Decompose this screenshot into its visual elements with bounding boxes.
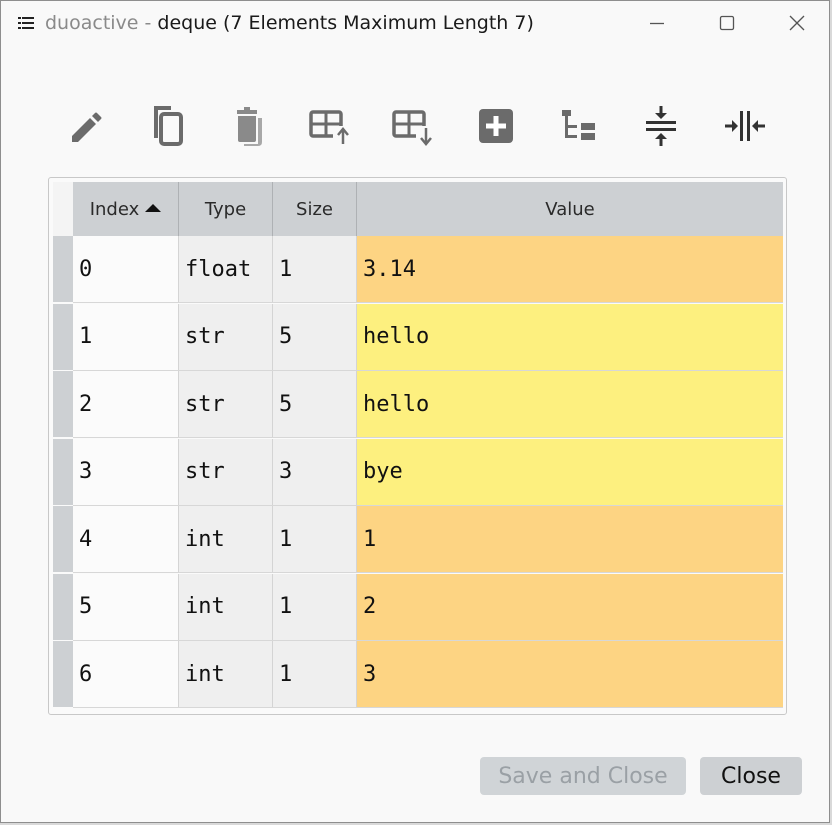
collapse-rows-button[interactable]	[633, 96, 689, 156]
row-header[interactable]	[53, 438, 73, 505]
close-label: Close	[721, 763, 781, 789]
size-cell[interactable]: 1	[273, 236, 357, 302]
toolbar	[1, 96, 831, 156]
collapse-columns-icon	[725, 111, 765, 141]
value-cell[interactable]: hello	[357, 371, 783, 437]
size-cell[interactable]: 3	[273, 438, 357, 505]
delete-icon	[237, 107, 262, 146]
value-cell[interactable]: 2	[357, 573, 783, 640]
value-cell[interactable]: 3	[357, 641, 783, 707]
insert-below-icon	[392, 110, 434, 146]
insert-above-button[interactable]	[301, 96, 357, 156]
row-header[interactable]	[53, 303, 73, 370]
row-divider	[73, 707, 783, 708]
table-row[interactable]: 3 str 3 bye	[53, 438, 783, 506]
column-header-label: Size	[296, 198, 333, 220]
type-cell[interactable]: int	[179, 573, 273, 640]
tree-view-icon	[562, 110, 595, 140]
row-header[interactable]	[53, 506, 73, 572]
title-separator: -	[138, 12, 158, 34]
column-header-label: Type	[204, 198, 247, 220]
collapse-columns-button[interactable]	[717, 96, 773, 156]
value-cell[interactable]: 1	[357, 506, 783, 572]
title-bar: duoactive - deque (7 Elements Maximum Le…	[1, 1, 829, 47]
close-button[interactable]: Close	[700, 757, 802, 795]
edit-button[interactable]	[56, 96, 112, 156]
index-cell[interactable]: 1	[73, 303, 179, 370]
table-row[interactable]: 0 float 1 3.14	[53, 236, 783, 303]
column-header-type[interactable]: Type	[179, 182, 273, 236]
minimize-icon	[650, 22, 664, 25]
index-cell[interactable]: 3	[73, 438, 179, 505]
type-cell[interactable]: str	[179, 303, 273, 370]
copy-button[interactable]	[137, 96, 193, 156]
minimize-button[interactable]	[647, 13, 667, 33]
copy-icon	[154, 106, 183, 146]
table-row[interactable]: 2 str 5 hello	[53, 371, 783, 438]
size-cell[interactable]: 1	[273, 506, 357, 572]
type-cell[interactable]: str	[179, 438, 273, 505]
column-header-label: Value	[545, 198, 595, 220]
save-and-close-button[interactable]: Save and Close	[480, 757, 686, 795]
table-row[interactable]: 6 int 1 3	[53, 641, 783, 708]
row-header[interactable]	[53, 236, 73, 302]
app-name: duoactive	[45, 12, 139, 34]
add-icon	[479, 109, 513, 143]
value-cell[interactable]: 3.14	[357, 236, 783, 302]
tree-view-button[interactable]	[551, 96, 607, 156]
size-cell[interactable]: 1	[273, 573, 357, 640]
save-and-close-label: Save and Close	[498, 763, 668, 789]
type-cell[interactable]: int	[179, 641, 273, 707]
window-title: duoactive - deque (7 Elements Maximum Le…	[45, 12, 534, 34]
size-cell[interactable]: 5	[273, 371, 357, 437]
insert-above-icon	[309, 110, 351, 146]
edit-icon	[72, 112, 102, 142]
row-header[interactable]	[53, 641, 73, 707]
column-header-index[interactable]: Index	[73, 182, 179, 236]
table-row[interactable]: 1 str 5 hello	[53, 303, 783, 371]
index-cell[interactable]: 0	[73, 236, 179, 302]
maximize-icon	[719, 15, 735, 31]
row-header[interactable]	[53, 573, 73, 640]
delete-button[interactable]	[220, 96, 276, 156]
column-header-size[interactable]: Size	[273, 182, 357, 236]
value-cell[interactable]: hello	[357, 303, 783, 370]
index-cell[interactable]: 6	[73, 641, 179, 707]
type-cell[interactable]: int	[179, 506, 273, 572]
index-cell[interactable]: 5	[73, 573, 179, 640]
insert-below-button[interactable]	[384, 96, 440, 156]
close-window-button[interactable]	[787, 13, 807, 33]
type-cell[interactable]: float	[179, 236, 273, 302]
type-cell[interactable]: str	[179, 371, 273, 437]
collapse-rows-icon	[646, 106, 676, 146]
close-icon	[789, 15, 805, 31]
size-cell[interactable]: 1	[273, 641, 357, 707]
app-list-icon	[18, 15, 34, 29]
dialog-title: deque (7 Elements Maximum Length 7)	[157, 12, 534, 34]
data-table: Index Type Size Value 0 float 1 3.14 1 str 5 he…	[48, 177, 787, 715]
dialog-window: duoactive - deque (7 Elements Maximum Le…	[0, 0, 830, 823]
add-button[interactable]	[468, 96, 524, 156]
index-cell[interactable]: 4	[73, 506, 179, 572]
maximize-button[interactable]	[717, 13, 737, 33]
row-header[interactable]	[53, 371, 73, 437]
index-cell[interactable]: 2	[73, 371, 179, 437]
size-cell[interactable]: 5	[273, 303, 357, 370]
value-cell[interactable]: bye	[357, 438, 783, 505]
table-corner	[53, 182, 73, 236]
table-row[interactable]: 5 int 1 2	[53, 573, 783, 641]
sort-ascending-icon	[145, 204, 162, 212]
column-header-value[interactable]: Value	[357, 182, 783, 236]
table-row[interactable]: 4 int 1 1	[53, 506, 783, 573]
column-header-label: Index	[89, 198, 140, 220]
